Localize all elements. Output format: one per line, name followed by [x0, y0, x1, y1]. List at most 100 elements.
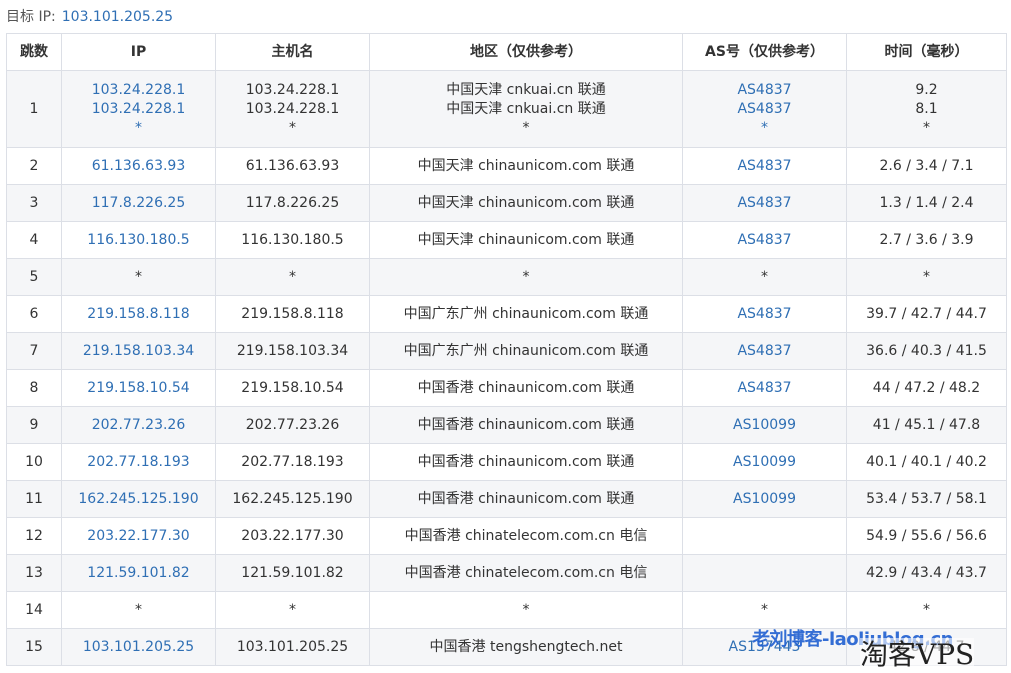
region-cell: 中国香港 chinaunicom.com 联通 — [369, 443, 683, 481]
as-link[interactable]: AS4837 — [682, 369, 847, 407]
as-cell — [682, 554, 847, 592]
table-row: 14 * * * * * — [6, 591, 1007, 629]
time-cell: 40.1 / 40.1 / 40.2 — [846, 443, 1007, 481]
table-row: 4 116.130.180.5 116.130.180.5 中国天津 china… — [6, 221, 1007, 259]
ip-cell: * — [61, 258, 216, 296]
region-cell: * — [369, 591, 683, 629]
ip-link[interactable]: 203.22.177.30 — [61, 517, 216, 555]
host-cell: 203.22.177.30 — [215, 517, 370, 555]
time-cell: 41 / 45.1 / 47.8 — [846, 406, 1007, 444]
ip-link[interactable]: 103.24.228.1 — [62, 81, 215, 100]
region-cell: * — [369, 258, 683, 296]
host-cell: 61.136.63.93 — [215, 147, 370, 185]
host-cell: 103.101.205.25 — [215, 628, 370, 666]
hop-cell: 8 — [6, 369, 62, 407]
hop-cell: 1 — [6, 70, 62, 148]
ip-link[interactable]: 219.158.103.34 — [61, 332, 216, 370]
time-cell: 9.2 8.1 * — [846, 70, 1007, 148]
ip-link[interactable]: 117.8.226.25 — [61, 184, 216, 222]
time-cell: 54.9 / 55.6 / 56.6 — [846, 517, 1007, 555]
host-cell: 116.130.180.5 — [215, 221, 370, 259]
hop-cell: 13 — [6, 554, 62, 592]
as-link[interactable]: AS10099 — [682, 443, 847, 481]
ip-link[interactable]: 202.77.23.26 — [61, 406, 216, 444]
as-link[interactable]: AS4837 — [682, 332, 847, 370]
hop-cell: 2 — [6, 147, 62, 185]
header-region: 地区（仅供参考） — [369, 33, 683, 71]
table-row: 5 * * * * * — [6, 258, 1007, 296]
ip-link[interactable]: 61.136.63.93 — [61, 147, 216, 185]
hop-cell: 3 — [6, 184, 62, 222]
host-cell: 121.59.101.82 — [215, 554, 370, 592]
as-link[interactable]: AS4837 — [682, 147, 847, 185]
ip-cell: * — [61, 591, 216, 629]
region-cell: 中国香港 chinatelecom.com.cn 电信 — [369, 554, 683, 592]
header-hop: 跳数 — [6, 33, 62, 71]
time-cell: 42.9 / 43.4 / 43.7 — [846, 554, 1007, 592]
ip-link[interactable]: 219.158.10.54 — [61, 369, 216, 407]
target-ip-line: 目标 IP: 103.101.205.25 — [6, 6, 173, 26]
header-time: 时间（毫秒） — [846, 33, 1007, 71]
host-cell: 202.77.23.26 — [215, 406, 370, 444]
region-cell: 中国香港 chinaunicom.com 联通 — [369, 480, 683, 518]
ip-link[interactable]: 116.130.180.5 — [61, 221, 216, 259]
region-cell: 中国香港 chinatelecom.com.cn 电信 — [369, 517, 683, 555]
ip-link[interactable]: 121.59.101.82 — [61, 554, 216, 592]
region-cell: 中国香港 tengshengtech.net — [369, 628, 683, 666]
as-link[interactable]: AS4837 — [683, 81, 846, 100]
as-link[interactable]: AS4837 — [682, 184, 847, 222]
time-cell: 44 / 47.2 / 48.2 — [846, 369, 1007, 407]
as-link[interactable]: AS4837 — [682, 295, 847, 333]
region-cell: 中国香港 chinaunicom.com 联通 — [369, 406, 683, 444]
table-row: 2 61.136.63.93 61.136.63.93 中国天津 chinaun… — [6, 147, 1007, 185]
table-row: 7 219.158.103.34 219.158.103.34 中国广东广州 c… — [6, 332, 1007, 370]
as-cell — [682, 517, 847, 555]
ip-link[interactable]: 103.24.228.1 — [62, 100, 215, 119]
host-cell: 219.158.10.54 — [215, 369, 370, 407]
target-ip-value: 103.101.205.25 — [61, 9, 174, 25]
hop-cell: 7 — [6, 332, 62, 370]
target-ip-label: 目标 IP: — [6, 9, 56, 25]
host-cell: 117.8.226.25 — [215, 184, 370, 222]
region-cell: 中国天津 chinaunicom.com 联通 — [369, 184, 683, 222]
time-value: * — [923, 119, 930, 136]
region-cell: 中国香港 chinaunicom.com 联通 — [369, 369, 683, 407]
ip-link[interactable]: 103.101.205.25 — [61, 628, 216, 666]
region-cell: 中国天津 cnkuai.cn 联通 中国天津 cnkuai.cn 联通 * — [369, 70, 683, 148]
time-cell: 1.3 / 1.4 / 2.4 — [846, 184, 1007, 222]
time-cell: 36.6 / 40.3 / 41.5 — [846, 332, 1007, 370]
region-cell: 中国天津 chinaunicom.com 联通 — [369, 221, 683, 259]
table-row: 13 121.59.101.82 121.59.101.82 中国香港 chin… — [6, 554, 1007, 592]
region-value: 中国天津 cnkuai.cn 联通 — [446, 81, 606, 98]
host-value: 103.24.228.1 — [245, 81, 340, 98]
ip-link[interactable]: 162.245.125.190 — [61, 480, 216, 518]
as-link[interactable]: AS4837 — [682, 221, 847, 259]
host-value: 103.24.228.1 — [245, 100, 340, 117]
table-header-row: 跳数 IP 主机名 地区（仅供参考） AS号（仅供参考） 时间（毫秒） — [6, 33, 1007, 71]
table-row: 6 219.158.8.118 219.158.8.118 中国广东广州 chi… — [6, 295, 1007, 333]
as-cell: * — [682, 591, 847, 629]
time-value: 8.1 — [915, 100, 938, 117]
time-cell: * — [846, 591, 1007, 629]
traceroute-table: 跳数 IP 主机名 地区（仅供参考） AS号（仅供参考） 时间（毫秒） 1 10… — [6, 33, 1007, 666]
host-cell: 219.158.8.118 — [215, 295, 370, 333]
hop-cell: 4 — [6, 221, 62, 259]
ip-link[interactable]: 219.158.8.118 — [61, 295, 216, 333]
region-cell: 中国广东广州 chinaunicom.com 联通 — [369, 332, 683, 370]
as-value: * — [761, 119, 768, 136]
host-cell: 162.245.125.190 — [215, 480, 370, 518]
host-cell: 202.77.18.193 — [215, 443, 370, 481]
as-link[interactable]: AS10099 — [682, 480, 847, 518]
region-cell: 中国天津 chinaunicom.com 联通 — [369, 147, 683, 185]
vps-watermark: 淘客VPS — [860, 638, 975, 672]
time-cell: 39.7 / 42.7 / 44.7 — [846, 295, 1007, 333]
hop-cell: 6 — [6, 295, 62, 333]
ip-link[interactable]: 202.77.18.193 — [61, 443, 216, 481]
time-cell: 2.7 / 3.6 / 3.9 — [846, 221, 1007, 259]
as-link[interactable]: AS4837 — [683, 100, 846, 119]
host-cell: * — [215, 591, 370, 629]
as-link[interactable]: AS10099 — [682, 406, 847, 444]
region-value: * — [522, 119, 530, 136]
hop-cell: 15 — [6, 628, 62, 666]
hop-cell: 9 — [6, 406, 62, 444]
